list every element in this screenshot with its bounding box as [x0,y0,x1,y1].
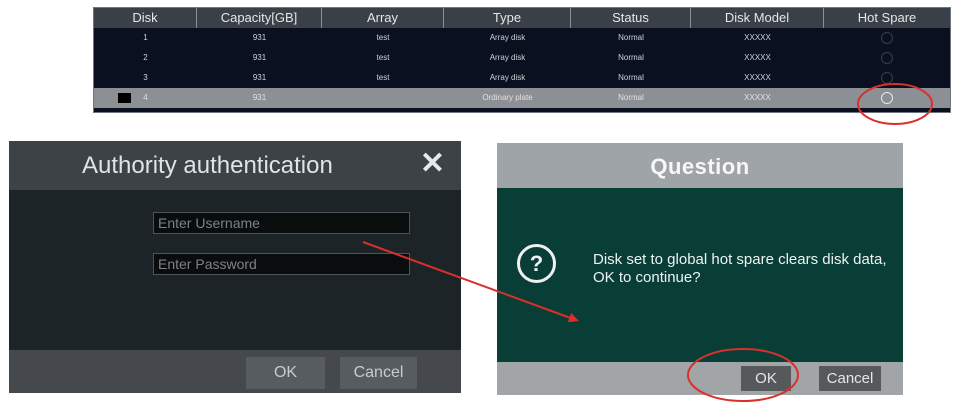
auth-ok-button[interactable]: OK [246,357,325,389]
disk-model: XXXXX [744,33,771,42]
header-capacity[interactable]: Capacity[GB] [197,8,322,28]
disk-model: XXXXX [744,93,771,102]
auth-dialog-titlebar: Authority authentication ✕ [9,141,461,190]
password-input[interactable] [153,253,410,275]
header-disk[interactable]: Disk [94,8,197,28]
header-disk-model[interactable]: Disk Model [691,8,824,28]
hot-spare-cell [824,28,950,48]
question-ok-button[interactable]: OK [741,366,791,391]
selected-row-marker [118,93,131,103]
hot-spare-icon[interactable] [881,91,893,104]
disk-type: Array disk [489,73,526,82]
disk-number: 4 [94,88,197,108]
header-hot-spare[interactable]: Hot Spare [824,8,950,28]
disk-status: Normal [618,73,644,82]
table-row[interactable]: 1 931 test Array disk Normal XXXXX [94,28,950,48]
hot-spare-icon[interactable] [881,51,893,64]
auth-cancel-button[interactable]: Cancel [340,357,417,389]
disk-table-header: Disk Capacity[GB] Array Type Status Disk… [94,8,950,28]
disk-number: 1 [143,33,148,42]
disk-capacity: 931 [252,73,267,82]
header-array[interactable]: Array [322,8,444,28]
disk-array: test [376,33,390,42]
disk-status: Normal [618,33,644,42]
hot-spare-cell [824,68,950,88]
table-row[interactable]: 2 931 test Array disk Normal XXXXX [94,48,950,68]
disk-model: XXXXX [744,53,771,62]
header-type[interactable]: Type [444,8,571,28]
username-input[interactable] [153,212,410,234]
question-mark-icon: ? [517,244,556,283]
disk-status: Normal [618,93,644,102]
authority-authentication-dialog: Authority authentication ✕ OK Cancel [9,141,461,393]
question-cancel-button[interactable]: Cancel [819,366,881,391]
hot-spare-cell [824,88,950,108]
disk-type: Array disk [489,53,526,62]
disk-table: Disk Capacity[GB] Array Type Status Disk… [93,7,951,113]
disk-type: Array disk [489,33,526,42]
disk-array: test [376,73,390,82]
disk-array [322,88,444,108]
disk-number: 3 [143,73,148,82]
disk-number: 2 [143,53,148,62]
disk-model: XXXXX [744,73,771,82]
disk-status: Normal [618,53,644,62]
table-row[interactable]: 3 931 test Array disk Normal XXXXX [94,68,950,88]
disk-capacity: 931 [252,93,267,102]
auth-dialog-title: Authority authentication [82,152,333,179]
auth-dialog-footer: OK Cancel [9,350,461,393]
disk-capacity: 931 [252,53,267,62]
table-row-selected[interactable]: 4 931 Ordinary plate Normal XXXXX [94,88,950,108]
close-icon[interactable]: ✕ [420,149,445,179]
hot-spare-icon[interactable] [881,31,893,44]
hot-spare-cell [824,48,950,68]
question-dialog-title: Question [650,154,750,179]
header-status[interactable]: Status [571,8,691,28]
disk-array: test [376,53,390,62]
question-message: Disk set to global hot spare clears disk… [593,251,887,286]
disk-number-text: 4 [143,93,148,102]
disk-type: Ordinary plate [482,93,533,102]
question-dialog: Question ? Disk set to global hot spare … [497,143,903,395]
disk-capacity: 931 [252,33,267,42]
question-dialog-titlebar: Question [497,143,903,188]
question-dialog-footer: OK Cancel [497,362,903,395]
hot-spare-icon[interactable] [881,71,893,84]
